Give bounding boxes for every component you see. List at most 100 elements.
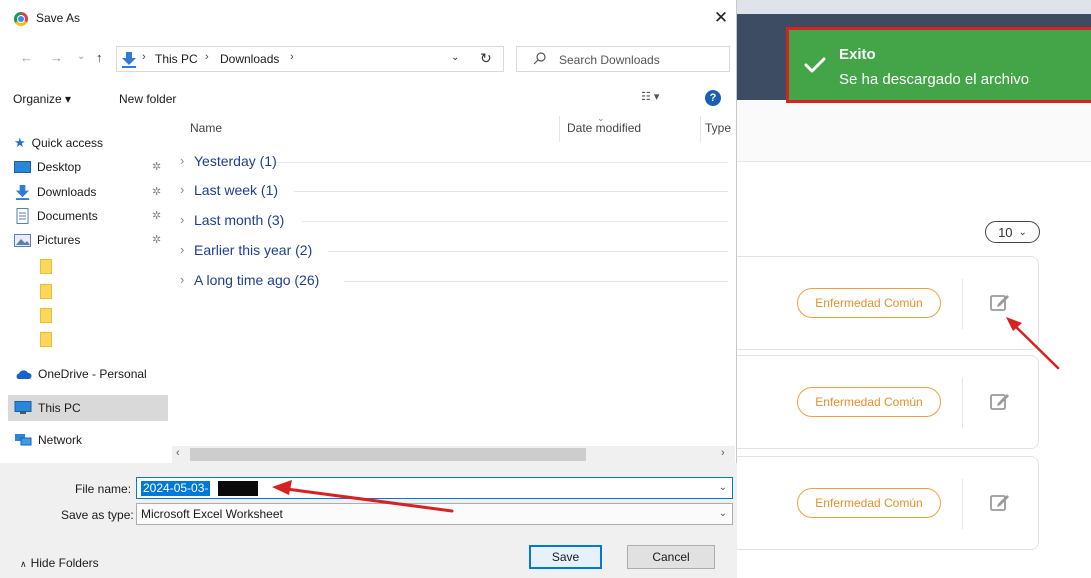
close-button[interactable]: ✕ xyxy=(711,7,731,29)
cloud-icon xyxy=(16,369,32,379)
per-page-select[interactable]: 10 ⌄ xyxy=(985,221,1040,243)
nav-item-this-pc[interactable]: This PC xyxy=(14,397,81,419)
nav-item-label: OneDrive - Personal xyxy=(38,367,147,381)
column-header-type[interactable]: Type xyxy=(705,121,731,135)
edit-icon[interactable] xyxy=(989,291,1011,313)
divider xyxy=(962,378,963,428)
redaction-block xyxy=(218,481,258,496)
breadcrumb-separator: › xyxy=(290,51,294,63)
command-bar: Organize ▾ New folder ☷ ▾ ? xyxy=(0,84,737,112)
help-icon[interactable]: ? xyxy=(705,90,721,106)
pin-icon[interactable]: ✲ xyxy=(152,209,161,222)
scroll-left-icon[interactable]: ‹ xyxy=(176,447,180,459)
folder-icon[interactable] xyxy=(40,308,52,323)
chevron-down-icon[interactable]: ⌄ xyxy=(719,482,727,493)
file-group[interactable]: › Last week (1) xyxy=(172,180,732,202)
group-label: Last week (1) xyxy=(194,182,279,198)
save-button[interactable]: Save xyxy=(529,545,602,569)
status-badge: Enfermedad Común xyxy=(797,488,941,518)
nav-item-desktop[interactable]: Desktop xyxy=(14,156,81,178)
folder-icon[interactable] xyxy=(40,259,52,274)
file-group[interactable]: › Yesterday (1) xyxy=(172,151,732,173)
record-card: Enfermedad Común xyxy=(737,256,1039,350)
record-card: Enfermedad Común xyxy=(737,355,1039,449)
pin-icon[interactable]: ✲ xyxy=(152,185,161,198)
group-label: Last month (3) xyxy=(194,212,285,228)
chevron-right-icon: › xyxy=(180,242,185,257)
group-label: A long time ago (26) xyxy=(194,272,320,288)
group-divider xyxy=(276,162,728,163)
nav-item-label: This PC xyxy=(38,401,81,415)
breadcrumb-downloads[interactable]: Downloads xyxy=(220,52,279,66)
toast-message: Se ha descargado el archivo xyxy=(839,71,1030,88)
chevron-right-icon: › xyxy=(180,182,185,197)
chevron-right-icon: › xyxy=(180,153,185,168)
chevron-down-icon[interactable]: ⌄ xyxy=(719,508,727,519)
chevron-down-icon: ⌄ xyxy=(1018,226,1027,238)
nav-item-pictures[interactable]: Pictures xyxy=(14,229,80,251)
recent-locations-button[interactable]: ⌄ xyxy=(77,51,85,62)
back-button[interactable]: ← xyxy=(20,50,33,65)
cancel-button[interactable]: Cancel xyxy=(627,545,715,569)
group-label: Earlier this year (2) xyxy=(194,242,313,258)
breadcrumb-separator: › xyxy=(142,51,146,63)
file-group[interactable]: › Earlier this year (2) xyxy=(172,240,732,262)
star-icon: ★ xyxy=(14,135,26,150)
nav-item-downloads[interactable]: Downloads xyxy=(14,181,96,203)
nav-item-onedrive[interactable]: OneDrive - Personal xyxy=(14,363,147,385)
chevron-up-icon: ∧ xyxy=(20,559,27,569)
refresh-icon[interactable]: ↻ xyxy=(480,50,492,67)
file-name-field[interactable]: 2024-05-03- ⌄ xyxy=(136,477,733,499)
file-name-label: File name: xyxy=(75,482,132,496)
save-as-type-select[interactable]: Microsoft Excel Worksheet ⌄ xyxy=(136,503,733,525)
per-page-value: 10 xyxy=(998,224,1013,240)
chevron-down-icon[interactable]: ⌄ xyxy=(451,52,459,63)
view-options-button[interactable]: ☷ ▾ xyxy=(641,90,659,103)
organize-button[interactable]: Organize ▾ xyxy=(13,92,71,106)
search-icon xyxy=(533,52,546,65)
forward-button[interactable]: → xyxy=(50,50,63,65)
column-header-date-modified[interactable]: Date modified xyxy=(567,121,641,135)
nav-item-quick-access[interactable]: ★ Quick access xyxy=(14,132,103,154)
hide-folders-button[interactable]: ∧ Hide Folders xyxy=(20,556,99,570)
file-group[interactable]: › A long time ago (26) xyxy=(172,270,732,292)
chevron-right-icon: › xyxy=(180,272,185,287)
chrome-icon xyxy=(14,12,28,26)
downloads-icon xyxy=(122,52,136,68)
new-folder-button[interactable]: New folder xyxy=(119,92,176,106)
horizontal-scrollbar[interactable]: ‹ › xyxy=(172,446,735,463)
scroll-thumb[interactable] xyxy=(190,448,586,461)
address-bar[interactable]: › This PC › Downloads › ⌄ ↻ xyxy=(116,46,504,72)
breadcrumb-this-pc[interactable]: This PC xyxy=(155,52,198,66)
pin-icon[interactable]: ✲ xyxy=(152,233,161,246)
nav-item-label: Downloads xyxy=(37,185,97,199)
folder-icon[interactable] xyxy=(40,284,52,299)
pin-icon[interactable]: ✲ xyxy=(152,160,161,173)
column-header-name[interactable]: Name xyxy=(190,121,222,135)
status-badge: Enfermedad Común xyxy=(797,288,941,318)
up-button[interactable]: ↑ xyxy=(96,50,103,65)
navigation-pane: ★ Quick access Desktop ✲ Downloads ✲ Doc… xyxy=(0,118,170,463)
pictures-icon xyxy=(14,233,31,247)
save-options-panel: File name: 2024-05-03- ⌄ Save as type: M… xyxy=(0,463,737,578)
chevron-right-icon: › xyxy=(180,212,185,227)
file-name-value: 2024-05-03- xyxy=(141,481,211,496)
column-divider[interactable] xyxy=(559,116,560,142)
breadcrumb-separator: › xyxy=(205,51,209,63)
folder-icon[interactable] xyxy=(40,332,52,347)
nav-item-network[interactable]: Network xyxy=(14,429,82,451)
status-badge: Enfermedad Común xyxy=(797,387,941,417)
record-card: Enfermedad Común xyxy=(737,456,1039,550)
scroll-right-icon[interactable]: › xyxy=(721,447,725,459)
navigation-bar: ← → ⌄ ↑ › This PC › Downloads › ⌄ ↻ Sear… xyxy=(0,44,737,74)
nav-item-documents[interactable]: Documents xyxy=(14,205,98,227)
edit-icon[interactable] xyxy=(989,491,1011,513)
nav-item-label: Documents xyxy=(37,209,98,223)
documents-icon xyxy=(16,208,29,224)
edit-icon[interactable] xyxy=(989,390,1011,412)
group-label: Yesterday (1) xyxy=(194,153,277,169)
file-group[interactable]: › Last month (3) xyxy=(172,210,732,232)
dialog-titlebar: Save As ✕ xyxy=(0,0,737,36)
column-divider[interactable] xyxy=(700,116,701,142)
search-box[interactable]: Search Downloads xyxy=(516,46,730,72)
